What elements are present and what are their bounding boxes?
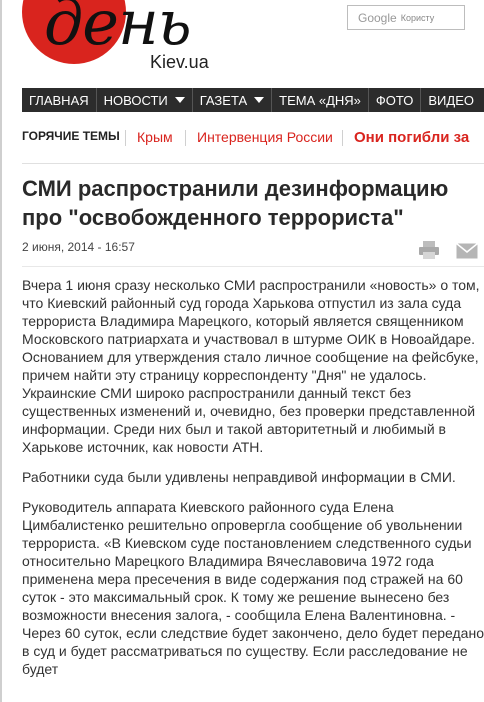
nav-item-label: ТЕМА «ДНЯ» bbox=[279, 92, 361, 108]
hot-topic-link-crimea[interactable]: Крым bbox=[137, 129, 173, 145]
nav-item-label: ВИДЕО bbox=[428, 92, 474, 108]
hot-topic-link-intervention[interactable]: Интервенция России bbox=[197, 129, 333, 145]
article-body: Вчера 1 июня сразу несколько СМИ распрос… bbox=[22, 276, 484, 690]
nav-item-label: ГАЗЕТА bbox=[199, 92, 248, 108]
article-paragraph: Работники суда были удивлены неправдивой… bbox=[22, 469, 456, 485]
article-title: СМИ распространили дезинформацию про "ос… bbox=[22, 176, 449, 230]
hot-topics-bar: ГОРЯЧИЕ ТЕМЫ Крым Интервенция России Они… bbox=[22, 128, 484, 148]
logo-word: день bbox=[44, 0, 192, 59]
hot-topics-divider bbox=[342, 130, 343, 146]
nav-item-label: ГЛАВНАЯ bbox=[29, 92, 89, 108]
search-input[interactable]: Google Користу bbox=[347, 5, 465, 30]
search-placeholder: Користу bbox=[400, 12, 435, 23]
nav-item-label: ФОТО bbox=[375, 92, 414, 108]
logo-site-name: Kiev.ua bbox=[150, 52, 209, 72]
nav-item-label: НОВОСТИ bbox=[103, 92, 168, 108]
hot-topics-divider bbox=[185, 130, 186, 146]
article-date: 2 июня, 2014 - 16:57 bbox=[22, 240, 135, 254]
nav-item-news[interactable]: НОВОСТИ bbox=[97, 88, 193, 112]
article-paragraph: Вчера 1 июня сразу несколько СМИ распрос… bbox=[22, 277, 480, 455]
email-icon[interactable] bbox=[456, 243, 478, 259]
print-icon[interactable] bbox=[418, 240, 440, 260]
nav-item-home[interactable]: ГЛАВНАЯ bbox=[22, 88, 97, 112]
nav-item-photo[interactable]: ФОТО bbox=[369, 88, 422, 112]
nav-item-topic-of-day[interactable]: ТЕМА «ДНЯ» bbox=[272, 88, 369, 112]
section-divider bbox=[22, 163, 484, 164]
meta-divider bbox=[22, 266, 484, 267]
nav-item-newspaper[interactable]: ГАЗЕТА bbox=[193, 88, 273, 112]
google-brand: Google bbox=[358, 10, 397, 25]
hot-topics-title: ГОРЯЧИЕ ТЕМЫ bbox=[22, 129, 120, 143]
hot-topic-link-fallen[interactable]: Они погибли за bbox=[354, 129, 469, 146]
site-logo[interactable]: день Kiev.ua bbox=[22, 0, 242, 82]
hot-topics-divider bbox=[125, 130, 126, 146]
chevron-down-icon bbox=[174, 97, 185, 103]
article-paragraph: Руководитель аппарата Киевского районног… bbox=[22, 499, 484, 677]
page-left-border bbox=[0, 0, 2, 702]
main-nav: ГЛАВНАЯ НОВОСТИ ГАЗЕТА ТЕМА «ДНЯ» ФОТО В… bbox=[22, 88, 484, 112]
chevron-down-icon bbox=[254, 97, 265, 103]
nav-item-video[interactable]: ВИДЕО bbox=[421, 88, 481, 112]
